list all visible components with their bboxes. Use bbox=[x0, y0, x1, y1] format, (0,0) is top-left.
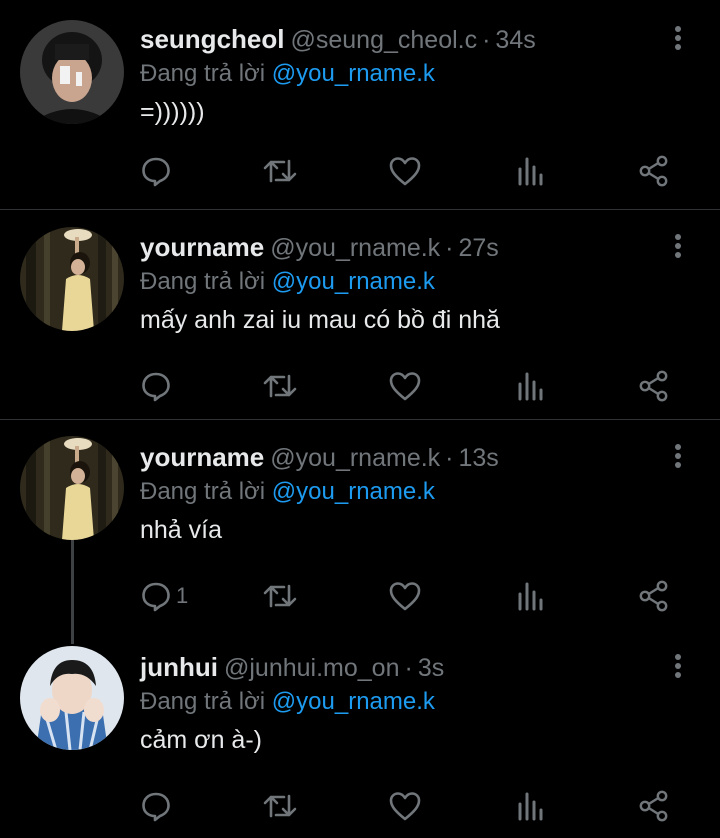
handle[interactable]: @you_rname.k bbox=[270, 444, 440, 473]
analytics-button[interactable] bbox=[516, 151, 546, 191]
like-icon bbox=[389, 157, 421, 186]
reply-icon bbox=[142, 372, 170, 402]
avatar[interactable] bbox=[20, 436, 124, 540]
replying-to: Đang trả lời @you_rname.k bbox=[140, 268, 435, 296]
like-button[interactable] bbox=[388, 151, 422, 191]
timestamp[interactable]: 13s bbox=[459, 444, 499, 473]
more-icon[interactable] bbox=[664, 24, 692, 52]
replying-to: Đang trả lời @you_rname.k bbox=[140, 478, 435, 506]
action-bar: 1 bbox=[140, 576, 680, 616]
tweet-1[interactable]: seungcheol @seung_cheol.c · 34s Đang trả… bbox=[0, 20, 720, 209]
display-name[interactable]: junhui bbox=[140, 652, 218, 683]
share-icon bbox=[639, 580, 668, 612]
divider bbox=[0, 209, 720, 210]
share-icon bbox=[639, 155, 668, 187]
retweet-icon bbox=[263, 374, 297, 398]
replying-to-label: Đang trả lời bbox=[140, 268, 266, 295]
more-icon[interactable] bbox=[664, 232, 692, 260]
reply-button[interactable] bbox=[140, 366, 176, 406]
analytics-icon bbox=[518, 792, 543, 821]
tweet-3[interactable]: yourname @you_rname.k · 13s Đang trả lời… bbox=[0, 436, 720, 627]
tweet-text: =)))))) bbox=[140, 98, 205, 126]
share-icon bbox=[639, 370, 668, 402]
divider bbox=[0, 419, 720, 420]
handle[interactable]: @you_rname.k bbox=[270, 234, 440, 263]
retweet-icon bbox=[263, 794, 297, 818]
timestamp[interactable]: 34s bbox=[495, 26, 535, 55]
retweet-button[interactable] bbox=[262, 151, 298, 191]
tweet-4[interactable]: junhui @junhui.mo_on · 3s Đang trả lời @… bbox=[0, 646, 720, 838]
analytics-button[interactable] bbox=[516, 366, 546, 406]
like-button[interactable] bbox=[388, 576, 422, 616]
like-icon bbox=[389, 582, 421, 611]
action-bar bbox=[140, 786, 680, 826]
share-icon bbox=[639, 790, 668, 822]
separator: · bbox=[445, 444, 454, 472]
retweet-icon bbox=[263, 159, 297, 183]
reply-count: 1 bbox=[176, 583, 189, 608]
analytics-icon bbox=[518, 157, 543, 186]
avatar[interactable] bbox=[20, 227, 124, 331]
action-bar bbox=[140, 151, 680, 191]
like-icon bbox=[389, 372, 421, 401]
tweet-text: nhả vía bbox=[140, 516, 223, 544]
share-button[interactable] bbox=[638, 151, 670, 191]
analytics-button[interactable] bbox=[516, 576, 546, 616]
retweet-button[interactable] bbox=[262, 366, 298, 406]
replying-to-label: Đang trả lời bbox=[140, 60, 266, 87]
reply-icon bbox=[142, 582, 170, 612]
analytics-icon bbox=[518, 582, 543, 611]
retweet-button[interactable] bbox=[262, 786, 298, 826]
replying-to-label: Đang trả lời bbox=[140, 688, 266, 715]
mention-link[interactable]: @you_rname.k bbox=[272, 688, 435, 715]
timestamp[interactable]: 27s bbox=[459, 234, 499, 263]
share-button[interactable] bbox=[638, 366, 670, 406]
reply-button[interactable]: 1 bbox=[140, 576, 188, 616]
tweet-2[interactable]: yourname @you_rname.k · 27s Đang trả lời… bbox=[0, 227, 720, 417]
handle[interactable]: @seung_cheol.c bbox=[290, 26, 477, 55]
timestamp[interactable]: 3s bbox=[418, 654, 444, 683]
tweet-text: mấy anh zai iu mau có bồ đi nhă bbox=[140, 306, 500, 334]
tweet-text: cảm ơn à-) bbox=[140, 726, 262, 754]
replying-to: Đang trả lời @you_rname.k bbox=[140, 60, 435, 88]
reply-button[interactable] bbox=[140, 786, 176, 826]
display-name[interactable]: yourname bbox=[140, 232, 264, 263]
reply-button[interactable] bbox=[140, 151, 176, 191]
mention-link[interactable]: @you_rname.k bbox=[272, 478, 435, 505]
display-name[interactable]: yourname bbox=[140, 442, 264, 473]
separator: · bbox=[404, 654, 413, 682]
like-icon bbox=[389, 792, 421, 821]
avatar[interactable] bbox=[20, 20, 124, 124]
analytics-icon bbox=[518, 372, 543, 401]
action-bar bbox=[140, 366, 680, 406]
more-icon[interactable] bbox=[664, 442, 692, 470]
mention-link[interactable]: @you_rname.k bbox=[272, 60, 435, 87]
separator: · bbox=[482, 26, 491, 54]
retweet-icon bbox=[263, 584, 297, 608]
share-button[interactable] bbox=[638, 786, 670, 826]
avatar[interactable] bbox=[20, 646, 124, 750]
reply-icon bbox=[142, 157, 170, 187]
retweet-button[interactable] bbox=[262, 576, 298, 616]
display-name[interactable]: seungcheol bbox=[140, 24, 284, 55]
replying-to: Đang trả lời @you_rname.k bbox=[140, 688, 435, 716]
replying-to-label: Đang trả lời bbox=[140, 478, 266, 505]
separator: · bbox=[445, 234, 454, 262]
mention-link[interactable]: @you_rname.k bbox=[272, 268, 435, 295]
handle[interactable]: @junhui.mo_on bbox=[224, 654, 400, 683]
more-icon[interactable] bbox=[664, 652, 692, 680]
reply-icon bbox=[142, 792, 170, 822]
like-button[interactable] bbox=[388, 786, 422, 826]
like-button[interactable] bbox=[388, 366, 422, 406]
share-button[interactable] bbox=[638, 576, 670, 616]
analytics-button[interactable] bbox=[516, 786, 546, 826]
